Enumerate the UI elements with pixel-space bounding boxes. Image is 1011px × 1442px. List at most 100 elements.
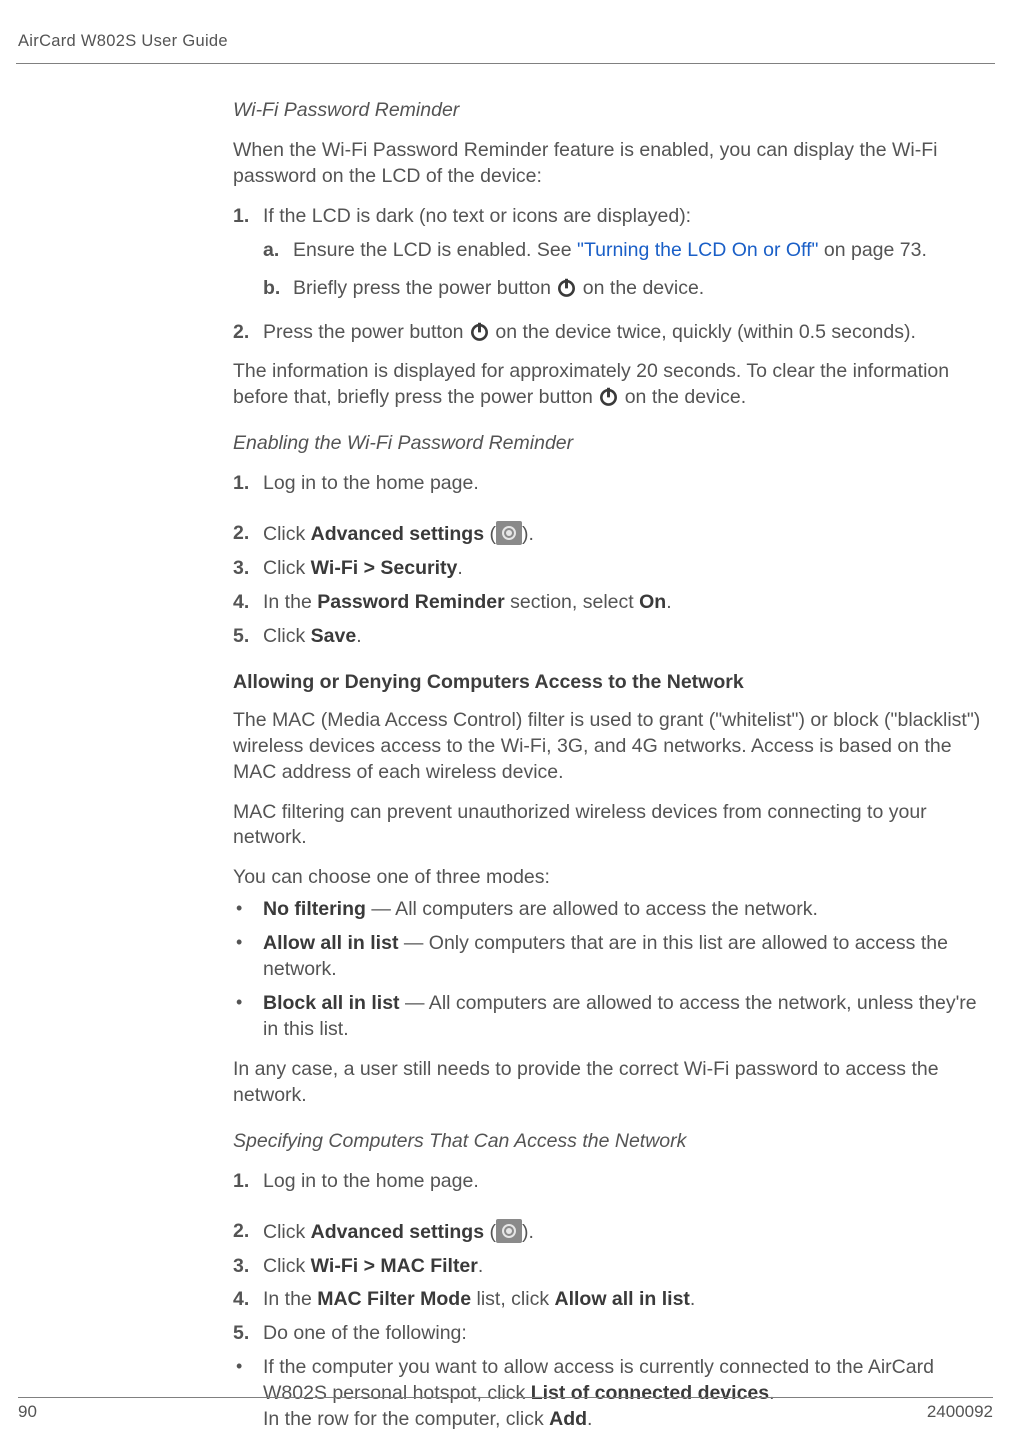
step-number: 5. bbox=[233, 624, 263, 650]
spec-step-5: 5. Do one of the following: bbox=[233, 1321, 985, 1347]
text: Press the power button bbox=[263, 321, 469, 343]
step-text: Briefly press the power button on the de… bbox=[293, 276, 985, 302]
text: In the bbox=[263, 591, 317, 613]
mode-text: Allow all in list — Only computers that … bbox=[263, 931, 985, 983]
step-1: 1. If the LCD is dark (no text or icons … bbox=[233, 204, 985, 230]
enable-step-3: 3. Click Wi-Fi > Security. bbox=[233, 556, 985, 582]
link-turning-lcd-on-off[interactable]: "Turning the LCD On or Off" bbox=[577, 239, 818, 261]
mac-para-3: You can choose one of three modes: bbox=[233, 865, 985, 891]
bullet-dot: • bbox=[233, 991, 263, 1043]
ui-option-allow-all: Allow all in list bbox=[554, 1288, 689, 1310]
enable-step-2: 2. Click Advanced settings (). bbox=[233, 521, 985, 548]
ui-label-advanced-settings: Advanced settings bbox=[311, 1221, 484, 1243]
subhead-enabling-reminder: Enabling the Wi-Fi Password Reminder bbox=[233, 431, 985, 457]
power-icon bbox=[556, 277, 577, 298]
mode-no-filtering: • No filtering — All computers are allow… bbox=[233, 897, 985, 923]
step-number: 1. bbox=[233, 1169, 263, 1195]
step-letter: b. bbox=[263, 276, 293, 302]
spec-step-1: 1. Log in to the home page. bbox=[233, 1169, 985, 1195]
text: on the device. bbox=[619, 386, 746, 408]
mac-para-1: The MAC (Media Access Control) filter is… bbox=[233, 708, 985, 786]
step-text: Ensure the LCD is enabled. See "Turning … bbox=[293, 238, 985, 264]
step-1b: b. Briefly press the power button on the… bbox=[263, 276, 985, 302]
step-number: 4. bbox=[233, 590, 263, 616]
power-icon bbox=[598, 386, 619, 407]
text: ). bbox=[522, 523, 534, 545]
text: Briefly press the power button bbox=[293, 277, 556, 299]
spec-step-2: 2. Click Advanced settings (). bbox=[233, 1219, 985, 1246]
text: . bbox=[457, 557, 462, 579]
text: Click bbox=[263, 625, 311, 647]
subhead-specifying-computers: Specifying Computers That Can Access the… bbox=[233, 1129, 985, 1155]
bullet-dot: • bbox=[233, 931, 263, 983]
intro-para: When the Wi-Fi Password Reminder feature… bbox=[233, 138, 985, 190]
text: . bbox=[356, 625, 361, 647]
mode-allow-all: • Allow all in list — Only computers tha… bbox=[233, 931, 985, 983]
step-number: 1. bbox=[233, 471, 263, 497]
step-number: 3. bbox=[233, 556, 263, 582]
enable-step-1: 1. Log in to the home page. bbox=[233, 471, 985, 497]
step-number: 5. bbox=[233, 1321, 263, 1347]
gear-icon bbox=[496, 1219, 522, 1243]
ui-label-advanced-settings: Advanced settings bbox=[311, 523, 484, 545]
step-text: Click Wi-Fi > Security. bbox=[263, 556, 985, 582]
note-para: The information is displayed for approxi… bbox=[233, 359, 985, 411]
mode-block-all: • Block all in list — All computers are … bbox=[233, 991, 985, 1043]
step-text: In the MAC Filter Mode list, click Allow… bbox=[263, 1287, 985, 1313]
step-text: Click Save. bbox=[263, 624, 985, 650]
step-text: Press the power button on the device twi… bbox=[263, 320, 985, 346]
document-id: 2400092 bbox=[927, 1402, 993, 1422]
gear-icon bbox=[496, 521, 522, 545]
step-text: Click Wi-Fi > MAC Filter. bbox=[263, 1254, 985, 1280]
step-number: 2. bbox=[233, 1219, 263, 1246]
text: list, click bbox=[471, 1288, 554, 1310]
enable-step-4: 4. In the Password Reminder section, sel… bbox=[233, 590, 985, 616]
text: Click bbox=[263, 557, 311, 579]
text: In the bbox=[263, 1288, 317, 1310]
text: ). bbox=[522, 1221, 534, 1243]
ui-label-mac-filter-mode: MAC Filter Mode bbox=[317, 1288, 471, 1310]
text: . bbox=[690, 1288, 695, 1310]
step-number: 2. bbox=[233, 320, 263, 346]
mode-text: Block all in list — All computers are al… bbox=[263, 991, 985, 1043]
text: The information is displayed for approxi… bbox=[233, 360, 949, 408]
step-text: Click Advanced settings (). bbox=[263, 1219, 985, 1246]
bullet-dot: • bbox=[233, 897, 263, 923]
text: on page 73. bbox=[818, 239, 926, 261]
mac-para-2: MAC filtering can prevent unauthorized w… bbox=[233, 800, 985, 852]
mode-label: Block all in list bbox=[263, 992, 400, 1014]
text: . bbox=[666, 591, 671, 613]
page-content: Wi-Fi Password Reminder When the Wi-Fi P… bbox=[233, 98, 985, 1433]
text: . bbox=[478, 1255, 483, 1277]
step-text: Log in to the home page. bbox=[263, 1169, 985, 1195]
step-1a: a. Ensure the LCD is enabled. See "Turni… bbox=[263, 238, 985, 264]
step-text: Do one of the following: bbox=[263, 1321, 985, 1347]
header-title: AirCard W802S User Guide bbox=[18, 32, 228, 50]
power-icon bbox=[469, 321, 490, 342]
step-number: 4. bbox=[233, 1287, 263, 1313]
text: Ensure the LCD is enabled. See bbox=[293, 239, 577, 261]
mode-label: No filtering bbox=[263, 898, 366, 920]
text: on the device twice, quickly (within 0.5… bbox=[490, 321, 916, 343]
text: Click bbox=[263, 523, 311, 545]
text: section, select bbox=[505, 591, 639, 613]
step-text: Log in to the home page. bbox=[263, 471, 985, 497]
mac-para-4: In any case, a user still needs to provi… bbox=[233, 1057, 985, 1109]
step-letter: a. bbox=[263, 238, 293, 264]
step-text: Click Advanced settings (). bbox=[263, 521, 985, 548]
text: ( bbox=[484, 523, 496, 545]
step-text: If the LCD is dark (no text or icons are… bbox=[263, 204, 985, 230]
text: — All computers are allowed to access th… bbox=[366, 898, 818, 920]
text: Click bbox=[263, 1221, 311, 1243]
page-footer: 90 2400092 bbox=[18, 1397, 993, 1422]
step-2: 2. Press the power button on the device … bbox=[233, 320, 985, 346]
step-text: In the Password Reminder section, select… bbox=[263, 590, 985, 616]
text: Click bbox=[263, 1255, 311, 1277]
text: on the device. bbox=[577, 277, 704, 299]
step-number: 3. bbox=[233, 1254, 263, 1280]
spec-step-4: 4. In the MAC Filter Mode list, click Al… bbox=[233, 1287, 985, 1313]
enable-step-5: 5. Click Save. bbox=[233, 624, 985, 650]
ui-label-password-reminder: Password Reminder bbox=[317, 591, 504, 613]
ui-path-wifi-mac-filter: Wi-Fi > MAC Filter bbox=[311, 1255, 478, 1277]
step-number: 2. bbox=[233, 521, 263, 548]
